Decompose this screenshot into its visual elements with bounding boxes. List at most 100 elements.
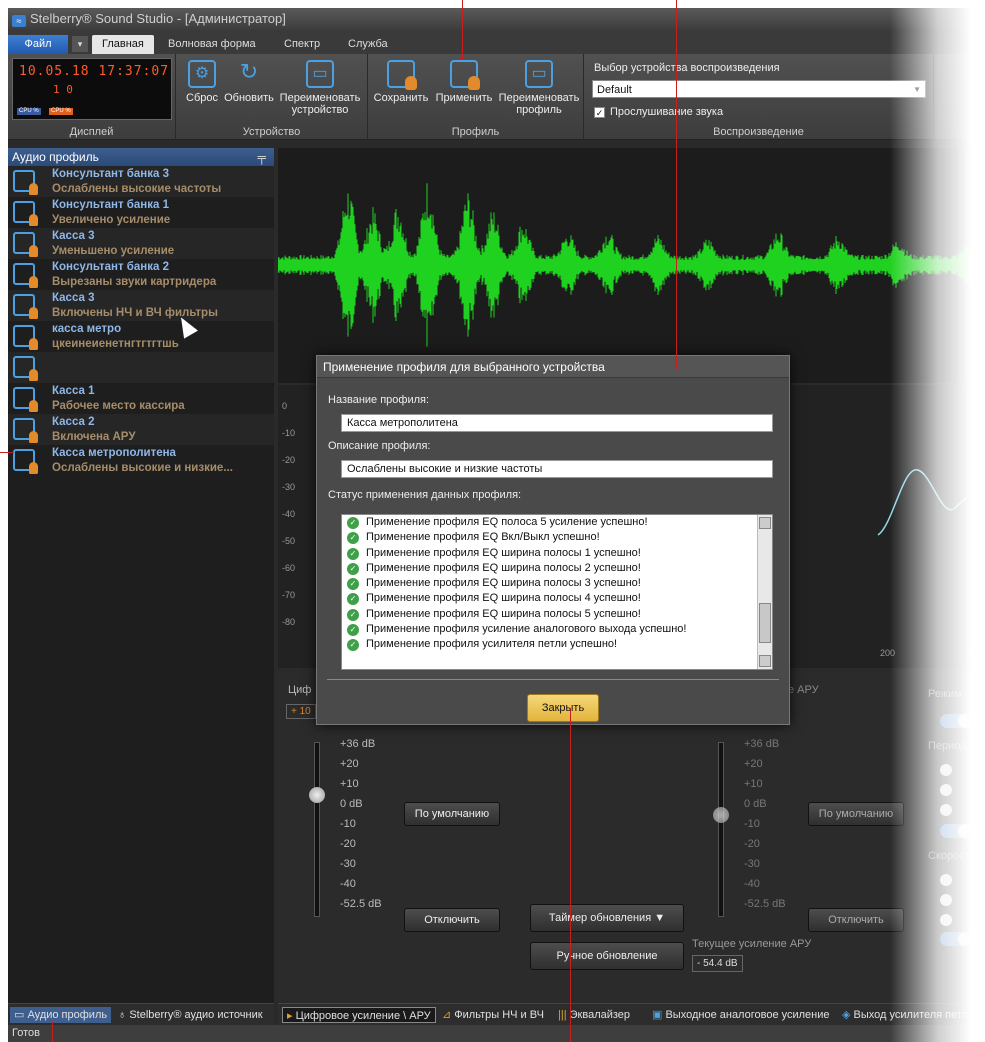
callout-line-apply (462, 0, 463, 56)
profile-item[interactable]: Касса 3 Включены НЧ и ВЧ фильтры (8, 290, 274, 321)
rename-profile-button[interactable]: ▭ Переименовать профиль (496, 60, 582, 116)
rename-profile-label-2: профиль (516, 104, 562, 116)
rename-profile-label-1: Переименовать (498, 92, 580, 104)
profile-item[interactable]: Касса 2 Включена АРУ (8, 414, 274, 445)
close-button[interactable]: Закрыть (527, 694, 599, 722)
pin-icon[interactable]: ╤ (257, 148, 266, 166)
digital-default-button[interactable]: По умолчанию (404, 802, 500, 826)
db-scale-label: -10 (744, 818, 760, 830)
success-check-icon: ✓ (347, 578, 359, 591)
profile-name: касса метро (52, 323, 122, 335)
profile-name-label: Название профиля: (328, 394, 430, 406)
digital-off-button[interactable]: Отключить (404, 908, 500, 932)
db-scale-label: -52.5 dB (340, 898, 382, 910)
playback-device-select[interactable]: Default ▼ (592, 80, 926, 98)
profile-desc-field[interactable]: Ослаблены высокие и низкие частоты (341, 460, 773, 478)
log-item: ✓ Применение профиля EQ Вкл/Выкл успешно! (342, 530, 772, 545)
speed-toggle[interactable] (940, 932, 972, 946)
tab-waveform[interactable]: Волновая форма (158, 35, 266, 54)
tab-filters[interactable]: ⊿ Фильтры НЧ и ВЧ (438, 1007, 548, 1023)
period-radio-1[interactable] (940, 764, 952, 776)
profile-name-field[interactable]: Касса метрополитена (341, 414, 773, 432)
db-scale-label: +20 (744, 758, 763, 770)
refresh-timer-button[interactable]: Таймер обновления ▼ (530, 904, 684, 932)
tab-spectrum[interactable]: Спектр (274, 35, 330, 54)
profile-mic-icon (13, 449, 38, 474)
app-logo-icon: ≈ (12, 15, 26, 27)
device-group: ⚙ Сброс ↻ Обновить ▭ Переименовать устройств… (176, 54, 368, 140)
log-item: ✓ Применение профиля EQ ширина полосы 5 у… (342, 607, 772, 622)
log-text: Применение профиля EQ ширина полосы 5 ус… (366, 607, 641, 620)
reset-button[interactable]: ⚙ Сброс (182, 60, 222, 104)
profile-mic-icon (13, 170, 38, 195)
display-panel: 10.05.18 17:37:07 1 0 CPU % CPU % (12, 58, 172, 120)
tab-audio-profile[interactable]: ▭ Аудио профиль (10, 1007, 112, 1023)
profile-desc: Включены НЧ и ВЧ фильтры (52, 307, 218, 319)
analog-output-icon: ▣ (652, 1009, 663, 1021)
tab-service[interactable]: Служба (338, 35, 398, 54)
tab-home[interactable]: Главная (92, 35, 154, 54)
rename-profile-icon: ▭ (525, 60, 553, 88)
speed-radio-3[interactable] (940, 914, 952, 926)
tab-analog-output[interactable]: ▣ Выходное аналоговое усиление (648, 1007, 834, 1023)
tab-equalizer[interactable]: ||| Эквалайзер (554, 1007, 634, 1023)
quick-access-dropdown-icon[interactable]: ▾ (72, 36, 88, 52)
db-scale-label: -52.5 dB (744, 898, 786, 910)
eq-y-tick: -10 (282, 428, 296, 438)
profile-item[interactable]: Консультант банка 3 Ослаблены высокие час… (8, 166, 274, 197)
rename-device-button[interactable]: ▭ Переименовать устройство (276, 60, 364, 116)
equalizer-icon: ||| (558, 1009, 567, 1021)
agc-thumb[interactable] (713, 807, 729, 823)
scroll-thumb[interactable] (759, 603, 771, 643)
mode-toggle[interactable] (940, 714, 972, 728)
file-tab[interactable]: Файл (8, 35, 68, 54)
log-scrollbar[interactable] (757, 515, 772, 669)
agc-slider[interactable] (713, 742, 729, 917)
apply-profile-button[interactable]: Применить (432, 60, 496, 104)
db-scale-label: -30 (340, 858, 356, 870)
eq-y-tick: 0 (282, 401, 288, 411)
profile-item[interactable] (8, 352, 274, 383)
digital-gain-thumb[interactable] (309, 787, 325, 803)
agc-current-value: - 54.4 dB (692, 955, 743, 972)
speed-radio-1[interactable] (940, 874, 952, 886)
profile-name: Консультант банка 3 (52, 168, 169, 180)
db-scale-label: +36 dB (744, 738, 780, 750)
save-profile-button[interactable]: Сохранить (372, 60, 430, 104)
agc-off-button[interactable]: Отключить (808, 908, 904, 932)
tab-digital-gain[interactable]: ▸ Цифровое усиление \ АРУ (282, 1007, 436, 1023)
apply-profile-icon (450, 60, 480, 90)
chevron-down-icon: ▼ (913, 85, 921, 94)
db-scale-label: -40 (340, 878, 356, 890)
app-window: ≈ Stelberry® Sound Studio - [Администрато… (8, 8, 985, 1042)
profile-list: Консультант банка 3 Ослаблены высокие час… (8, 166, 274, 476)
speed-radio-2[interactable] (940, 894, 952, 906)
scroll-down-icon[interactable] (759, 655, 771, 667)
log-text: Применение профиля EQ полоса 5 усиление … (366, 516, 648, 528)
profile-item[interactable]: Консультант банка 1 Увеличено усиление (8, 197, 274, 228)
profile-item[interactable]: Консультант банка 2 Вырезаны звуки картри… (8, 259, 274, 290)
manual-refresh-button[interactable]: Ручное обновление (530, 942, 684, 970)
listen-checkbox[interactable]: ✓ Прослушивание звука (594, 106, 723, 118)
waveform-view[interactable] (277, 148, 985, 383)
period-toggle[interactable] (940, 824, 972, 838)
tab-loop-amp[interactable]: ◈ Выход усилителя петли (838, 1007, 978, 1023)
profile-item[interactable]: Касса метрополитена Ослаблены высокие и н… (8, 445, 274, 476)
profile-item[interactable]: Касса 1 Рабочее место кассира (8, 383, 274, 414)
refresh-button[interactable]: ↻ Обновить (222, 60, 276, 105)
agc-default-button[interactable]: По умолчанию (808, 802, 904, 826)
scroll-up-icon[interactable] (759, 517, 771, 529)
status-label: Статус применения данных профиля: (328, 489, 522, 501)
period-radio-3[interactable] (940, 804, 952, 816)
digital-gain-slider[interactable] (309, 742, 325, 917)
db-scale-label: -20 (340, 838, 356, 850)
period-radio-2[interactable] (940, 784, 952, 796)
tab-audio-source[interactable]: ♁ Stelberry® аудио источник (114, 1007, 267, 1023)
save-label: Сохранить (373, 92, 429, 104)
profile-item[interactable]: касса метро цкеинеиенетнгтгтгтшь (8, 321, 274, 352)
callout-dot-apply (460, 56, 464, 60)
success-check-icon: ✓ (347, 562, 359, 575)
status-log-list[interactable]: ✓ Применение профиля EQ полоса 5 усиление… (341, 514, 773, 670)
profile-item[interactable]: Касса 3 Уменьшено усиление (8, 228, 274, 259)
apply-profile-dialog: Применение профиля для выбранного устрой… (316, 355, 790, 725)
